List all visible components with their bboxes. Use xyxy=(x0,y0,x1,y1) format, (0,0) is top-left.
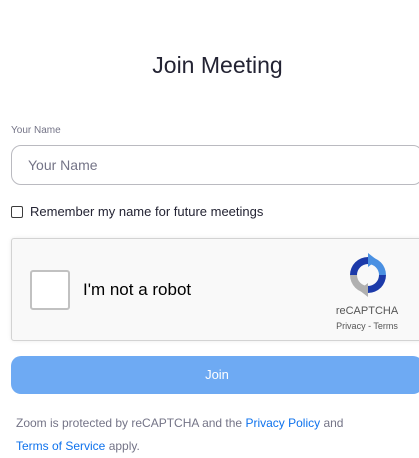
notice-text-2: and xyxy=(320,416,344,430)
recaptcha-links: Privacy - Terms xyxy=(317,321,417,331)
recaptcha-brand: reCAPTCHA xyxy=(335,305,399,317)
page-title: Join Meeting xyxy=(152,52,283,78)
remember-name-option[interactable]: Remember my name for future meetings xyxy=(11,204,263,219)
recaptcha-widget: I'm not a robot reCAPTCHA Privacy - Term… xyxy=(11,238,419,341)
remember-name-label: Remember my name for future meetings xyxy=(30,204,264,219)
join-button[interactable]: Join xyxy=(11,356,419,394)
recaptcha-privacy-link[interactable]: Privacy xyxy=(336,321,366,331)
notice-text-1: Zoom is protected by reCAPTCHA and the xyxy=(16,416,246,430)
notice-text-3: apply. xyxy=(105,439,140,453)
recaptcha-checkbox[interactable] xyxy=(30,270,70,310)
name-input[interactable] xyxy=(11,145,419,185)
join-meeting-page: Join Meeting Your Name Remember my name … xyxy=(0,0,419,458)
recaptcha-notice: Zoom is protected by reCAPTCHA and the P… xyxy=(16,412,411,458)
recaptcha-logo-icon xyxy=(350,253,386,297)
recaptcha-terms-link[interactable]: Terms xyxy=(373,321,398,331)
recaptcha-label: I'm not a robot xyxy=(83,280,192,299)
privacy-policy-link[interactable]: Privacy Policy xyxy=(245,416,320,430)
name-field-label: Your Name xyxy=(11,125,61,136)
terms-of-service-link[interactable]: Terms of Service xyxy=(16,439,105,453)
remember-name-checkbox[interactable] xyxy=(11,205,23,218)
